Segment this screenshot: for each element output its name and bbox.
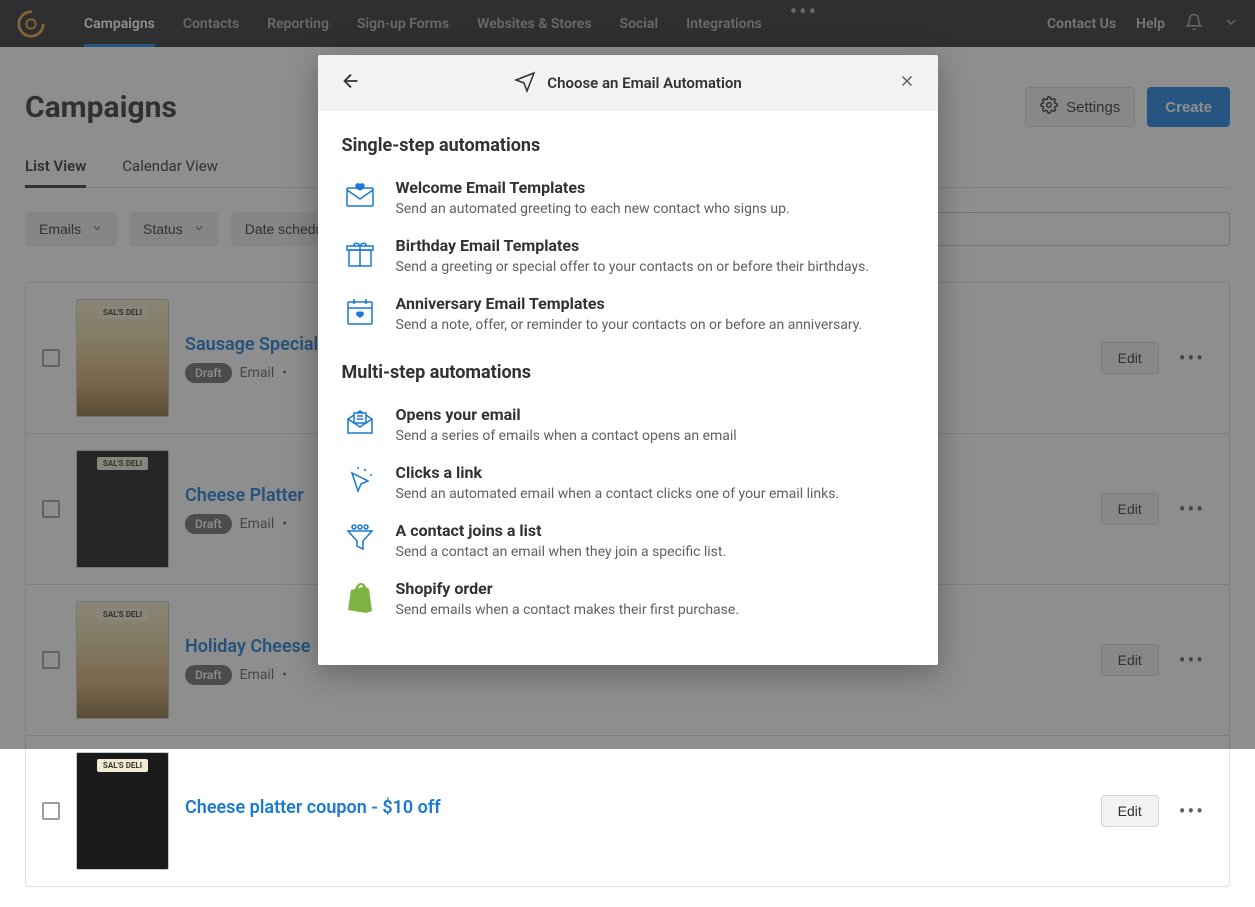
automation-text: Welcome Email Templates Send an automate…: [396, 178, 914, 220]
automation-title: Birthday Email Templates: [396, 236, 914, 255]
modal-title: Choose an Email Automation: [547, 74, 741, 92]
automation-desc: Send a note, offer, or reminder to your …: [396, 315, 914, 336]
automation-text: Birthday Email Templates Send a greeting…: [396, 236, 914, 278]
edit-button[interactable]: Edit: [1101, 795, 1159, 827]
automation-text: Opens your email Send a series of emails…: [396, 405, 914, 447]
automation-welcome[interactable]: Welcome Email Templates Send an automate…: [342, 176, 914, 222]
automation-desc: Send a greeting or special offer to your…: [396, 257, 914, 278]
automation-desc: Send a contact an email when they join a…: [396, 542, 914, 563]
single-step-heading: Single-step automations: [342, 135, 914, 156]
row-checkbox[interactable]: [42, 802, 60, 820]
automation-text: A contact joins a list Send a contact an…: [396, 521, 914, 563]
automation-joins-list[interactable]: A contact joins a list Send a contact an…: [342, 519, 914, 565]
calendar-heart-icon: [342, 294, 378, 330]
email-automation-modal: Choose an Email Automation Single-step a…: [318, 55, 938, 665]
automation-icon: [513, 69, 537, 97]
automation-title: Shopify order: [396, 579, 914, 598]
row-actions: Edit •••: [1101, 795, 1213, 827]
thumbnail-label: SAL'S DELI: [97, 759, 148, 772]
campaign-info: Cheese platter coupon - $10 off: [185, 797, 1085, 826]
back-button[interactable]: [340, 70, 362, 96]
automation-shopify-order[interactable]: Shopify order Send emails when a contact…: [342, 577, 914, 623]
automation-text: Shopify order Send emails when a contact…: [396, 579, 914, 621]
automation-desc: Send emails when a contact makes their f…: [396, 600, 914, 621]
automation-desc: Send an automated email when a contact c…: [396, 484, 914, 505]
automation-anniversary[interactable]: Anniversary Email Templates Send a note,…: [342, 292, 914, 338]
gift-icon: [342, 236, 378, 272]
automation-clicks-link[interactable]: Clicks a link Send an automated email wh…: [342, 461, 914, 507]
automation-title: Opens your email: [396, 405, 914, 424]
automation-opens-email[interactable]: Opens your email Send a series of emails…: [342, 403, 914, 449]
automation-title: Anniversary Email Templates: [396, 294, 914, 313]
automation-desc: Send an automated greeting to each new c…: [396, 199, 914, 220]
table-row: SAL'S DELI Cheese platter coupon - $10 o…: [26, 736, 1229, 886]
open-email-icon: [342, 405, 378, 441]
automation-title: Welcome Email Templates: [396, 178, 914, 197]
modal-header: Choose an Email Automation: [318, 55, 938, 111]
close-button[interactable]: [898, 72, 916, 95]
modal-overlay[interactable]: Choose an Email Automation Single-step a…: [0, 0, 1255, 749]
automation-birthday[interactable]: Birthday Email Templates Send a greeting…: [342, 234, 914, 280]
automation-desc: Send a series of emails when a contact o…: [396, 426, 914, 447]
automation-title: A contact joins a list: [396, 521, 914, 540]
automation-text: Anniversary Email Templates Send a note,…: [396, 294, 914, 336]
modal-title-wrap: Choose an Email Automation: [513, 69, 741, 97]
modal-body: Single-step automations Welcome Email Te…: [318, 111, 938, 665]
shopify-icon: [342, 579, 378, 615]
envelope-heart-icon: [342, 178, 378, 214]
funnel-contact-icon: [342, 521, 378, 557]
more-actions-icon[interactable]: •••: [1171, 795, 1213, 827]
automation-title: Clicks a link: [396, 463, 914, 482]
cursor-click-icon: [342, 463, 378, 499]
multi-step-heading: Multi-step automations: [342, 362, 914, 383]
automation-text: Clicks a link Send an automated email wh…: [396, 463, 914, 505]
campaign-name-link[interactable]: Cheese platter coupon - $10 off: [185, 797, 1085, 818]
campaign-thumbnail[interactable]: SAL'S DELI: [76, 752, 169, 870]
